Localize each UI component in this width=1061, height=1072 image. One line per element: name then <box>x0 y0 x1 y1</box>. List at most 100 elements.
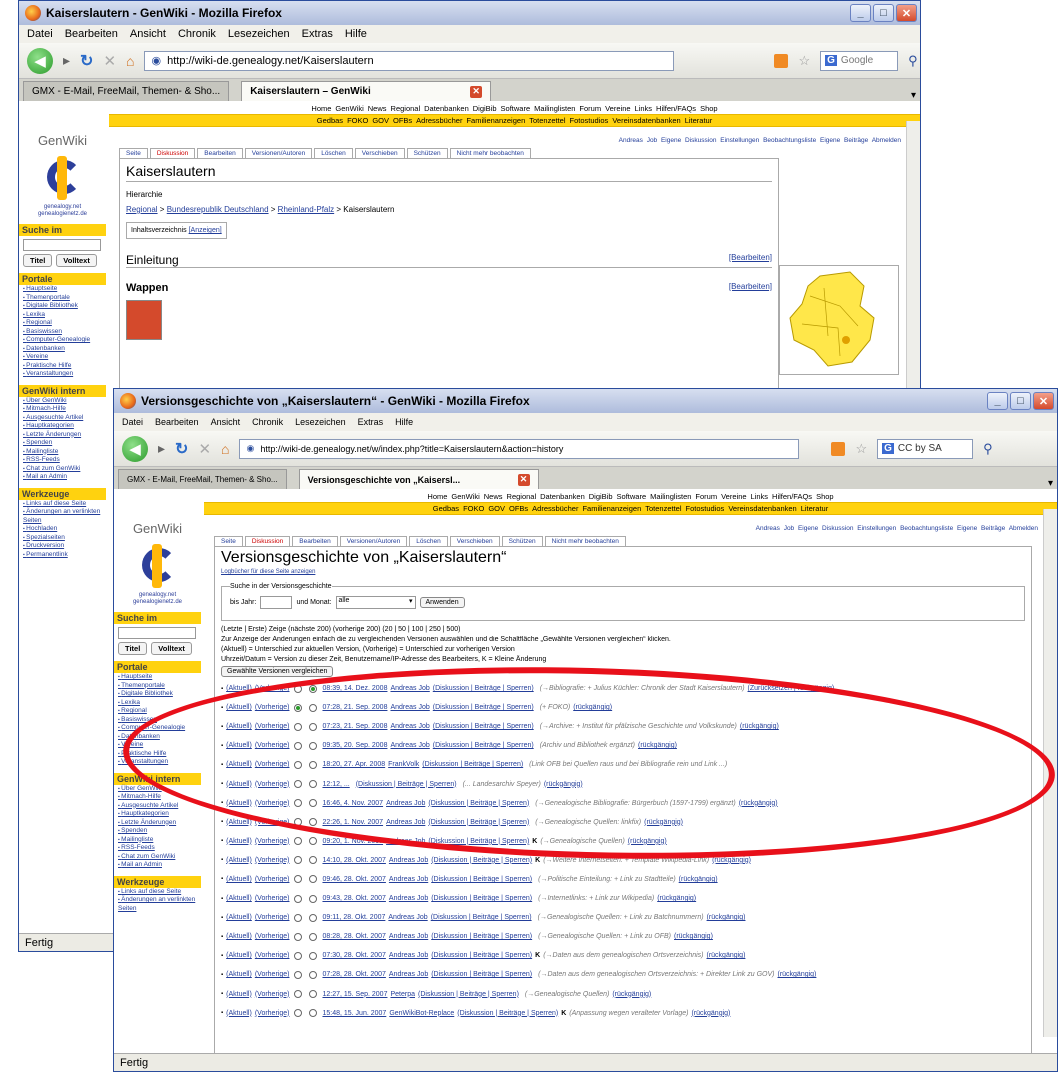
tab-bearbeiten[interactable]: Bearbeiten <box>292 536 338 546</box>
title-search-button[interactable]: Titel <box>118 642 148 655</box>
undo-links[interactable]: (rückgängig) <box>657 895 696 902</box>
site-link[interactable]: Totenzettel <box>645 504 681 513</box>
user-link[interactable]: Andreas Job <box>389 895 428 902</box>
sidebar-link[interactable]: Ausgesuchte Artikel <box>118 802 201 811</box>
home-icon[interactable]: ⌂ <box>126 53 134 69</box>
user-link[interactable]: Andreas Job <box>389 857 428 864</box>
sidebar-link[interactable]: Mailingliste <box>23 448 106 457</box>
diff-current-link[interactable]: (Aktuell) <box>226 819 252 826</box>
sidebar-link[interactable]: Themenportale <box>23 294 106 303</box>
sidebar-link[interactable]: Chat zum GenWiki <box>23 465 106 474</box>
menu-lesezeichen[interactable]: Lesezeichen <box>228 28 290 40</box>
diff-previous-link[interactable]: (Vorherige) <box>255 876 290 883</box>
sidebar-link[interactable]: Spenden <box>23 439 106 448</box>
title-search-button[interactable]: Titel <box>23 254 53 267</box>
sidebar-link[interactable]: Letzte Änderungen <box>118 819 201 828</box>
site-link[interactable]: Forum <box>695 492 717 501</box>
tab-seite[interactable]: Seite <box>119 148 148 158</box>
user-tool-links[interactable]: (Diskussion | Beiträge | Sperren) <box>431 876 532 883</box>
site-link[interactable]: GenWiki <box>451 492 479 501</box>
diff-current-link[interactable]: (Aktuell) <box>226 895 252 902</box>
tab-list-chevron-icon[interactable]: ▾ <box>911 90 916 101</box>
paging-links[interactable]: (Letzte | Erste) Zeige (nächste 200) (vo… <box>221 626 1025 633</box>
sidebar-link[interactable]: Letzte Änderungen <box>23 431 106 440</box>
sidebar-link[interactable]: RSS-Feeds <box>118 844 201 853</box>
diff-previous-link[interactable]: (Vorherige) <box>255 1010 290 1017</box>
sidebar-link[interactable]: Änderungen an verlinkten Seiten <box>23 508 106 525</box>
site-link[interactable]: Forum <box>579 104 601 113</box>
search-box[interactable]: G CC by SA <box>877 438 974 459</box>
user-link[interactable]: Peterpa <box>390 991 415 998</box>
sidebar-link[interactable]: Digitale Bibliothek <box>118 690 201 699</box>
site-link[interactable]: Mailinglisten <box>650 492 691 501</box>
stop-icon[interactable]: ✕ <box>198 440 211 458</box>
site-link[interactable]: Literatur <box>801 504 829 513</box>
site-link[interactable]: Gedbas <box>317 116 343 125</box>
edit-section-link[interactable]: [Bearbeiten] <box>729 282 772 294</box>
window-titlebar[interactable]: Kaiserslautern - GenWiki - Mozilla Firef… <box>19 1 920 25</box>
year-input[interactable] <box>260 596 293 609</box>
radio-new-version[interactable] <box>309 913 318 922</box>
reload-icon[interactable]: ↻ <box>80 51 93 71</box>
tab-unwatch[interactable]: Nicht mehr beobachten <box>449 148 531 158</box>
menu-datei[interactable]: Datei <box>122 417 143 427</box>
diff-previous-link[interactable]: (Vorherige) <box>255 838 290 845</box>
diff-current-link[interactable]: (Aktuell) <box>226 971 252 978</box>
sidebar-search-input[interactable] <box>23 239 101 251</box>
sidebar-link[interactable]: Ausgesuchte Artikel <box>23 414 106 423</box>
tab-schuetzen[interactable]: Schützen <box>406 148 448 158</box>
site-link[interactable]: News <box>484 492 503 501</box>
undo-links[interactable]: (rückgängig) <box>674 933 713 940</box>
radio-new-version[interactable] <box>309 894 318 903</box>
genwiki-logo[interactable] <box>138 544 178 588</box>
diff-current-link[interactable]: (Aktuell) <box>226 857 252 864</box>
user-link[interactable]: Andreas Job <box>389 876 428 883</box>
diff-previous-link[interactable]: (Vorherige) <box>255 895 290 902</box>
radio-old-version[interactable] <box>294 1009 303 1018</box>
breadcrumb-link[interactable]: Regional <box>126 205 158 214</box>
home-icon[interactable]: ⌂ <box>221 441 229 457</box>
tab-schuetzen[interactable]: Schützen <box>501 536 543 546</box>
radio-new-version[interactable] <box>309 1009 318 1018</box>
month-select[interactable]: alle ▾ <box>335 596 416 609</box>
site-link[interactable]: News <box>368 104 387 113</box>
rss-icon[interactable] <box>774 53 789 68</box>
sidebar-link[interactable]: Mitmach-Hilfe <box>23 405 106 414</box>
sidebar-link[interactable]: Digitale Bibliothek <box>23 302 106 311</box>
site-link[interactable]: DigiBib <box>589 492 613 501</box>
site-link[interactable]: OFBs <box>393 116 412 125</box>
version-date-link[interactable]: 07:28, 28. Okt. 2007 <box>322 971 385 978</box>
address-bar[interactable]: ◉ http://wiki-de.genealogy.net/Kaisersla… <box>144 50 675 71</box>
stop-icon[interactable]: ✕ <box>103 52 116 70</box>
fulltext-search-button[interactable]: Volltext <box>56 254 97 267</box>
sidebar-link[interactable]: Lexika <box>23 311 106 320</box>
tab-kaiserslautern[interactable]: Kaiserslautern – GenWiki ✕ <box>241 81 492 101</box>
site-link[interactable]: Home <box>311 104 331 113</box>
sidebar-link[interactable]: Hochladen <box>23 525 106 534</box>
diff-previous-link[interactable]: (Vorherige) <box>255 952 290 959</box>
menu-extras[interactable]: Extras <box>302 28 333 40</box>
site-link[interactable]: OFBs <box>509 504 528 513</box>
radio-old-version[interactable] <box>294 913 303 922</box>
diff-previous-link[interactable]: (Vorherige) <box>255 914 290 921</box>
menu-ansicht[interactable]: Ansicht <box>130 28 166 40</box>
diff-previous-link[interactable]: (Vorherige) <box>255 857 290 864</box>
tab-diskussion[interactable]: Diskussion <box>149 148 196 158</box>
menu-datei[interactable]: Datei <box>27 28 53 40</box>
close-button[interactable]: ✕ <box>896 4 917 22</box>
maximize-button[interactable]: □ <box>873 4 894 22</box>
site-link[interactable]: Hilfen/FAQs <box>772 492 812 501</box>
menu-lesezeichen[interactable]: Lesezeichen <box>295 417 346 427</box>
site-link[interactable]: Adressbücher <box>532 504 578 513</box>
sidebar-link[interactable]: Druckversion <box>23 542 106 551</box>
window-titlebar[interactable]: Versionsgeschichte von „Kaiserslautern“ … <box>114 389 1057 413</box>
sidebar-link[interactable]: Hauptseite <box>23 285 106 294</box>
radio-new-version[interactable] <box>309 990 318 999</box>
site-link[interactable]: GOV <box>488 504 505 513</box>
radio-new-version[interactable] <box>309 951 318 960</box>
forward-arrow-icon[interactable]: ▸ <box>158 440 165 457</box>
undo-links[interactable]: (rückgängig) <box>707 914 746 921</box>
site-link[interactable]: Shop <box>700 104 718 113</box>
user-link[interactable]: Andreas Job <box>389 971 428 978</box>
fulltext-search-button[interactable]: Volltext <box>151 642 192 655</box>
